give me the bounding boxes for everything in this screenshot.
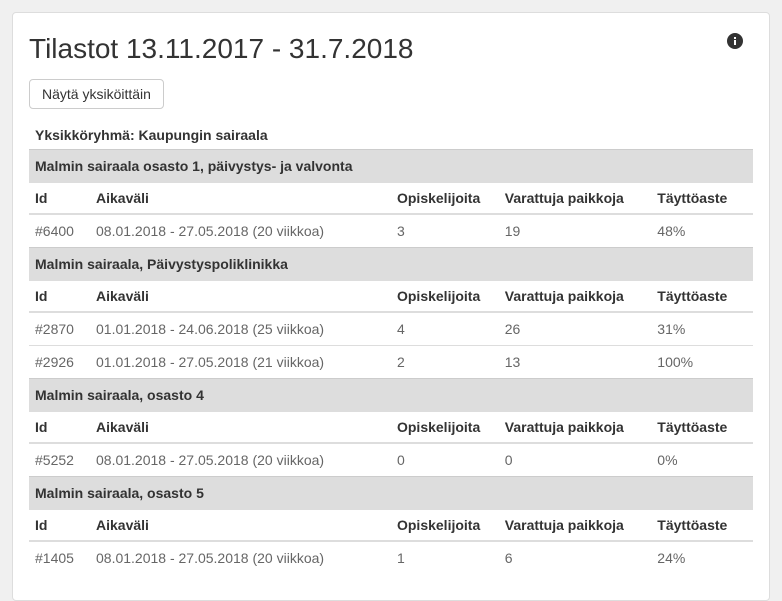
- section-header-row: Malmin sairaala osasto 1, päivystys- ja …: [29, 150, 753, 183]
- section-header-row: Malmin sairaala, osasto 4: [29, 379, 753, 412]
- cell-fill: 48%: [651, 214, 753, 248]
- column-reserved: Varattuja paikkoja: [499, 412, 652, 444]
- table-row: #287001.01.2018 - 24.06.2018 (25 viikkoa…: [29, 312, 753, 346]
- column-id: Id: [29, 281, 90, 313]
- column-id: Id: [29, 510, 90, 542]
- cell-students: 0: [391, 443, 499, 477]
- cell-period: 08.01.2018 - 27.05.2018 (20 viikkoa): [90, 541, 391, 574]
- cell-students: 3: [391, 214, 499, 248]
- cell-fill: 31%: [651, 312, 753, 346]
- section-name: Malmin sairaala, Päivystyspoliklinikka: [29, 248, 753, 281]
- section-header-row: Malmin sairaala, osasto 5: [29, 477, 753, 510]
- cell-id: #1405: [29, 541, 90, 574]
- stats-table: Malmin sairaala osasto 1, päivystys- ja …: [29, 149, 753, 574]
- column-header-row: IdAikaväliOpiskelijoitaVarattuja paikkoj…: [29, 183, 753, 215]
- column-period: Aikaväli: [90, 510, 391, 542]
- show-by-unit-button[interactable]: Näytä yksiköittäin: [29, 79, 164, 109]
- column-period: Aikaväli: [90, 281, 391, 313]
- table-row: #640008.01.2018 - 27.05.2018 (20 viikkoa…: [29, 214, 753, 248]
- cell-fill: 100%: [651, 346, 753, 379]
- cell-fill: 0%: [651, 443, 753, 477]
- column-reserved: Varattuja paikkoja: [499, 281, 652, 313]
- unit-group-label: Yksikköryhmä: Kaupungin sairaala: [35, 127, 753, 143]
- column-fill: Täyttöaste: [651, 510, 753, 542]
- cell-id: #5252: [29, 443, 90, 477]
- cell-id: #2870: [29, 312, 90, 346]
- column-period: Aikaväli: [90, 183, 391, 215]
- cell-reserved: 6: [499, 541, 652, 574]
- column-period: Aikaväli: [90, 412, 391, 444]
- cell-students: 1: [391, 541, 499, 574]
- stats-panel: Tilastot 13.11.2017 - 31.7.2018 Näytä yk…: [12, 12, 770, 601]
- table-row: #140508.01.2018 - 27.05.2018 (20 viikkoa…: [29, 541, 753, 574]
- column-reserved: Varattuja paikkoja: [499, 510, 652, 542]
- section-header-row: Malmin sairaala, Päivystyspoliklinikka: [29, 248, 753, 281]
- page-title: Tilastot 13.11.2017 - 31.7.2018: [29, 33, 753, 65]
- table-row: #525208.01.2018 - 27.05.2018 (20 viikkoa…: [29, 443, 753, 477]
- column-students: Opiskelijoita: [391, 510, 499, 542]
- column-fill: Täyttöaste: [651, 183, 753, 215]
- cell-period: 08.01.2018 - 27.05.2018 (20 viikkoa): [90, 214, 391, 248]
- table-row: #292601.01.2018 - 27.05.2018 (21 viikkoa…: [29, 346, 753, 379]
- column-header-row: IdAikaväliOpiskelijoitaVarattuja paikkoj…: [29, 510, 753, 542]
- column-students: Opiskelijoita: [391, 183, 499, 215]
- cell-reserved: 26: [499, 312, 652, 346]
- column-reserved: Varattuja paikkoja: [499, 183, 652, 215]
- column-fill: Täyttöaste: [651, 281, 753, 313]
- cell-id: #6400: [29, 214, 90, 248]
- cell-period: 01.01.2018 - 24.06.2018 (25 viikkoa): [90, 312, 391, 346]
- cell-reserved: 13: [499, 346, 652, 379]
- cell-reserved: 0: [499, 443, 652, 477]
- column-students: Opiskelijoita: [391, 412, 499, 444]
- cell-reserved: 19: [499, 214, 652, 248]
- cell-students: 2: [391, 346, 499, 379]
- cell-fill: 24%: [651, 541, 753, 574]
- column-id: Id: [29, 183, 90, 215]
- column-header-row: IdAikaväliOpiskelijoitaVarattuja paikkoj…: [29, 412, 753, 444]
- section-name: Malmin sairaala osasto 1, päivystys- ja …: [29, 150, 753, 183]
- cell-students: 4: [391, 312, 499, 346]
- cell-period: 01.01.2018 - 27.05.2018 (21 viikkoa): [90, 346, 391, 379]
- section-name: Malmin sairaala, osasto 4: [29, 379, 753, 412]
- info-icon[interactable]: [727, 33, 743, 49]
- section-name: Malmin sairaala, osasto 5: [29, 477, 753, 510]
- column-id: Id: [29, 412, 90, 444]
- column-fill: Täyttöaste: [651, 412, 753, 444]
- cell-period: 08.01.2018 - 27.05.2018 (20 viikkoa): [90, 443, 391, 477]
- cell-id: #2926: [29, 346, 90, 379]
- column-header-row: IdAikaväliOpiskelijoitaVarattuja paikkoj…: [29, 281, 753, 313]
- column-students: Opiskelijoita: [391, 281, 499, 313]
